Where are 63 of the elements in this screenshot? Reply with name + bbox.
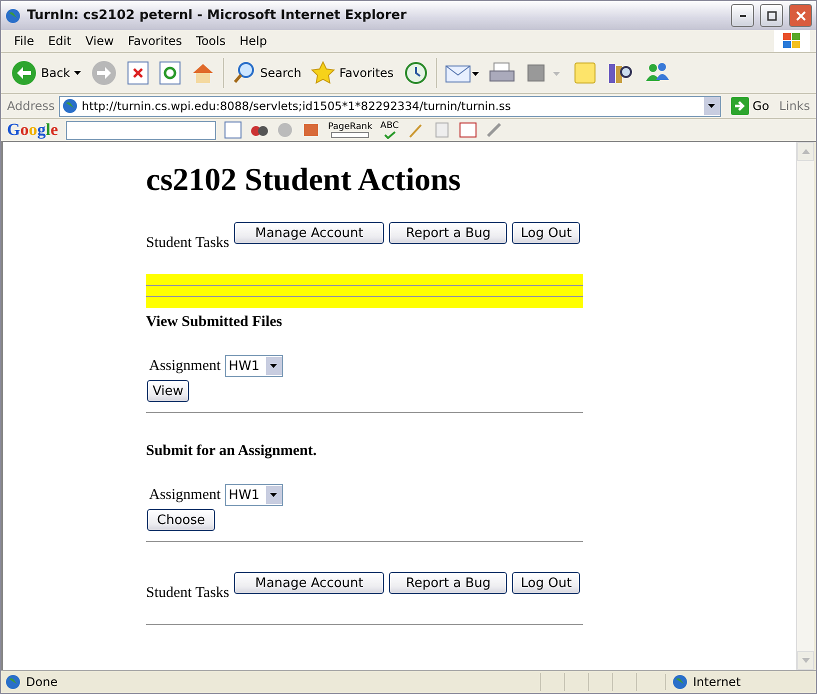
menu-item[interactable]: Help	[232, 34, 274, 48]
search-icon	[232, 61, 256, 85]
maximize-button[interactable]	[760, 4, 783, 27]
task-button[interactable]: Report a Bug	[389, 572, 508, 594]
menu-item[interactable]: Edit	[41, 34, 78, 48]
student-tasks-label: Student Tasks	[146, 235, 230, 252]
section-button[interactable]: Choose	[147, 509, 215, 531]
go-button[interactable]: Go	[724, 97, 776, 115]
assignment-label: Assignment	[149, 486, 221, 504]
search-button[interactable]: Search	[230, 61, 304, 85]
back-button[interactable]: Back	[9, 60, 84, 86]
task-button[interactable]: Report a Bug	[389, 222, 508, 244]
assignment-select[interactable]: HW1	[224, 355, 283, 377]
task-button[interactable]: Log Out	[512, 222, 580, 244]
assignment-select[interactable]: HW1	[224, 484, 283, 506]
refresh-icon	[159, 61, 182, 85]
scrollbar[interactable]	[796, 142, 814, 670]
note-icon	[572, 61, 597, 85]
spellcheck-button[interactable]: ABC	[380, 121, 399, 139]
pagerank-meter: PageRank	[328, 122, 372, 138]
links-button[interactable]: Links	[779, 99, 810, 113]
close-icon	[796, 10, 806, 20]
favorites-button[interactable]: Favorites	[309, 61, 396, 85]
menu-item[interactable]: View	[78, 34, 121, 48]
stop-icon	[127, 61, 150, 85]
maximize-icon	[766, 10, 776, 20]
clock-icon	[404, 61, 428, 85]
flag-drawing	[781, 31, 803, 51]
caret-icon	[270, 493, 278, 497]
scroll-up-icon	[802, 149, 810, 154]
minimize-button[interactable]	[731, 4, 754, 27]
student-tasks-label: Student Tasks	[146, 585, 230, 602]
books-icon	[606, 61, 633, 85]
close-button[interactable]	[789, 4, 812, 27]
menu-item[interactable]: File	[7, 34, 42, 48]
google-logo[interactable]: Google	[7, 120, 58, 140]
window-title: TurnIn: cs2102 peternl - Microsoft Internet Explorer	[27, 8, 408, 23]
refresh-button[interactable]	[157, 61, 184, 85]
scroll-down-icon	[802, 658, 810, 663]
section-button[interactable]: View	[147, 380, 189, 402]
google-search-field[interactable]	[66, 120, 216, 140]
page-heading: cs2102 Student Actions	[146, 160, 462, 198]
section-title: View Submitted Files	[146, 314, 284, 331]
menu-item[interactable]: Favorites	[120, 34, 190, 48]
g-search-icon	[224, 121, 242, 139]
caret-icon	[708, 104, 716, 108]
star-icon	[311, 61, 336, 85]
status-text: Done	[26, 675, 59, 689]
task-button[interactable]: Manage Account	[234, 222, 384, 244]
stop-button[interactable]	[125, 61, 152, 85]
menu-item[interactable]: Tools	[189, 34, 233, 48]
address-field[interactable]: http://turnin.cs.wpi.edu:8088/servlets;id1505*1*82292334/turnin/turnin.ss	[58, 96, 721, 116]
task-button[interactable]: Manage Account	[234, 572, 384, 594]
caret-icon	[74, 71, 82, 75]
address-label: Address	[7, 99, 55, 113]
assignment-label: Assignment	[149, 358, 221, 374]
section-title: Submit for an Assignment.	[146, 443, 318, 460]
zone-label: Internet	[693, 675, 741, 689]
home-icon	[191, 61, 216, 85]
minimize-icon	[740, 14, 746, 16]
caret-icon	[270, 364, 278, 368]
check-icon	[384, 131, 396, 139]
task-button[interactable]: Log Out	[512, 572, 580, 594]
